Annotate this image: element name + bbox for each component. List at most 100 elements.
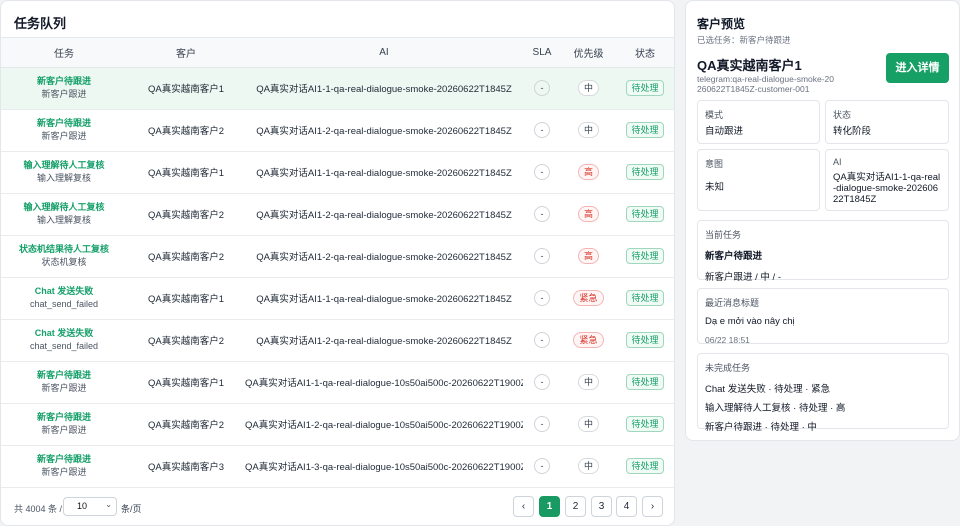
task-name: 新客户待跟进 xyxy=(36,454,91,464)
priority-cell: 高 xyxy=(561,193,616,235)
sla-badge: - xyxy=(534,206,550,222)
sla-cell: - xyxy=(523,235,561,277)
intent-card: 意图 未知 xyxy=(697,149,820,211)
total-count: 共 4004 条 / xyxy=(14,504,63,514)
table-row[interactable]: Chat 发送失败 chat_send_failed QA真实越南客户2 QA真实对话… xyxy=(1,319,674,361)
ai-cell: QA真实对话AI1-3-qa-real-dialogue-10s50ai500c… xyxy=(245,462,523,473)
open-tasks-label: 未完成任务 xyxy=(705,363,751,373)
task-name: 新客户待跟进 xyxy=(36,412,91,422)
status-badge: 待处理 xyxy=(626,374,664,390)
sla-cell: - xyxy=(523,193,561,235)
next-page-button[interactable]: › xyxy=(642,496,663,517)
priority-badge: 高 xyxy=(577,248,599,264)
table-row[interactable]: 新客户待跟进 新客户跟进 QA真实越南客户2 QA真实对话AI1-2-qa-real-… xyxy=(1,109,674,151)
sla-cell: - xyxy=(523,445,561,487)
sla-badge: - xyxy=(534,290,550,306)
table-row[interactable]: 输入理解待人工复核 输入理解复核 QA真实越南客户1 QA真实对话AI1-1-qa-r… xyxy=(1,151,674,193)
priority-badge: 中 xyxy=(577,122,599,138)
current-task-label: 当前任务 xyxy=(705,230,742,240)
prev-page-button[interactable]: ‹ xyxy=(513,496,534,517)
status-cell: 待处理 xyxy=(616,319,674,361)
sla-cell: - xyxy=(523,67,561,109)
task-table: 任务 客户 AI SLA 优先级 状态 新客户待跟进 新客户跟进 QA真实越南客户1… xyxy=(1,38,674,488)
enter-detail-button[interactable]: 进入详情 xyxy=(886,53,949,83)
status-badge: 待处理 xyxy=(626,122,664,138)
mode-value: 自动跟进 xyxy=(705,126,744,137)
task-name: Chat 发送失败 xyxy=(34,286,94,296)
task-cell: 输入理解待人工复核 输入理解复核 xyxy=(1,151,127,193)
page-button-3[interactable]: 3 xyxy=(591,496,612,517)
task-name: 输入理解待人工复核 xyxy=(23,160,105,170)
status-cell: 待处理 xyxy=(616,67,674,109)
priority-cell: 中 xyxy=(561,109,616,151)
table-row[interactable]: 输入理解待人工复核 输入理解复核 QA真实越南客户2 QA真实对话AI1-2-qa-r… xyxy=(1,193,674,235)
pagination: 共 4004 条 / 10 ⌄ 条/页 ‹ 1 2 3 4 › xyxy=(1,490,674,525)
status-badge: 待处理 xyxy=(626,290,664,306)
customer-cell: QA真实越南客户2 xyxy=(147,420,224,431)
chevron-down-icon: ⌄ xyxy=(105,500,112,509)
sla-cell: - xyxy=(523,277,561,319)
col-header-ai: AI xyxy=(245,38,523,68)
page-button-1[interactable]: 1 xyxy=(539,496,560,517)
task-cell: 新客户待跟进 新客户跟进 xyxy=(1,109,127,151)
last-message-label: 最近消息标题 xyxy=(705,298,760,308)
task-cell: Chat 发送失败 chat_send_failed xyxy=(1,319,127,361)
ai-cell: QA真实对话AI1-1-qa-real-dialogue-smoke-20260… xyxy=(256,294,512,305)
table-row[interactable]: 新客户待跟进 新客户跟进 QA真实越南客户1 QA真实对话AI1-1-qa-real-… xyxy=(1,67,674,109)
priority-cell: 紧急 xyxy=(561,277,616,319)
preview-title: 客户预览 xyxy=(697,17,746,31)
ai-cell: QA真实对话AI1-2-qa-real-dialogue-smoke-20260… xyxy=(256,210,512,221)
sla-cell: - xyxy=(523,319,561,361)
task-type: 输入理解复核 xyxy=(36,215,91,225)
status-cell: 待处理 xyxy=(616,277,674,319)
mode-card: 模式 自动跟进 xyxy=(697,100,820,144)
table-row[interactable]: 状态机结果待人工复核 状态机复核 QA真实越南客户2 QA真实对话AI1-2-qa-r… xyxy=(1,235,674,277)
page-size-select[interactable]: 10 ⌄ xyxy=(63,497,117,516)
sla-cell: - xyxy=(523,403,561,445)
task-cell: Chat 发送失败 chat_send_failed xyxy=(1,277,127,319)
page-button-2[interactable]: 2 xyxy=(565,496,586,517)
customer-preview-panel: 客户预览 已选任务：新客户待跟进 QA真实越南客户1 telegram:qa-r… xyxy=(685,0,960,441)
ai-value: QA真实对话AI1-1-qa-real-dialogue-smoke-20260… xyxy=(833,172,941,205)
customer-cell: QA真实越南客户2 xyxy=(147,210,224,221)
priority-badge: 高 xyxy=(577,164,599,180)
status-badge: 待处理 xyxy=(626,248,664,264)
task-cell: 新客户待跟进 新客户跟进 xyxy=(1,403,127,445)
priority-badge: 中 xyxy=(577,416,599,432)
status-badge: 待处理 xyxy=(626,332,664,348)
task-name: 新客户待跟进 xyxy=(36,118,91,128)
page-button-4[interactable]: 4 xyxy=(616,496,637,517)
customer-name: QA真实越南客户1 xyxy=(697,58,802,73)
current-task-name: 新客户待跟进 xyxy=(705,251,763,262)
task-type: 状态机复核 xyxy=(41,257,87,267)
table-row[interactable]: Chat 发送失败 chat_send_failed QA真实越南客户1 QA真实对话… xyxy=(1,277,674,319)
ai-cell: QA真实对话AI1-1-qa-real-dialogue-10s50ai500c… xyxy=(245,378,523,389)
table-row[interactable]: 新客户待跟进 新客户跟进 QA真实越南客户3 QA真实对话AI1-3-qa-real-… xyxy=(1,445,674,487)
table-row[interactable]: 新客户待跟进 新客户跟进 QA真实越南客户2 QA真实对话AI1-2-qa-real-… xyxy=(1,403,674,445)
customer-cell: QA真实越南客户2 xyxy=(147,336,224,347)
customer-cell: QA真实越南客户1 xyxy=(147,294,224,305)
priority-cell: 紧急 xyxy=(561,319,616,361)
status-badge: 待处理 xyxy=(626,80,664,96)
task-type: 输入理解复核 xyxy=(36,173,91,183)
col-header-priority: 优先级 xyxy=(561,38,616,68)
state-label: 状态 xyxy=(833,110,852,120)
priority-badge: 中 xyxy=(577,458,599,474)
status-cell: 待处理 xyxy=(616,445,674,487)
status-cell: 待处理 xyxy=(616,109,674,151)
priority-cell: 中 xyxy=(561,403,616,445)
task-type: 新客户跟进 xyxy=(41,89,87,99)
ai-cell: QA真实对话AI1-2-qa-real-dialogue-10s50ai500c… xyxy=(245,420,523,431)
status-cell: 待处理 xyxy=(616,235,674,277)
customer-cell: QA真实越南客户1 xyxy=(147,84,224,95)
priority-cell: 中 xyxy=(561,445,616,487)
intent-value: 未知 xyxy=(705,182,725,193)
col-header-status: 状态 xyxy=(616,38,674,68)
customer-id: telegram:qa-real-dialogue-smoke-20260622… xyxy=(697,74,835,94)
status-badge: 待处理 xyxy=(626,416,664,432)
customer-cell: QA真实越南客户2 xyxy=(147,126,224,137)
status-badge: 待处理 xyxy=(626,206,664,222)
table-row[interactable]: 新客户待跟进 新客户跟进 QA真实越南客户1 QA真实对话AI1-1-qa-real-… xyxy=(1,361,674,403)
sla-cell: - xyxy=(523,109,561,151)
ai-cell: QA真实对话AI1-1-qa-real-dialogue-smoke-20260… xyxy=(256,168,512,179)
